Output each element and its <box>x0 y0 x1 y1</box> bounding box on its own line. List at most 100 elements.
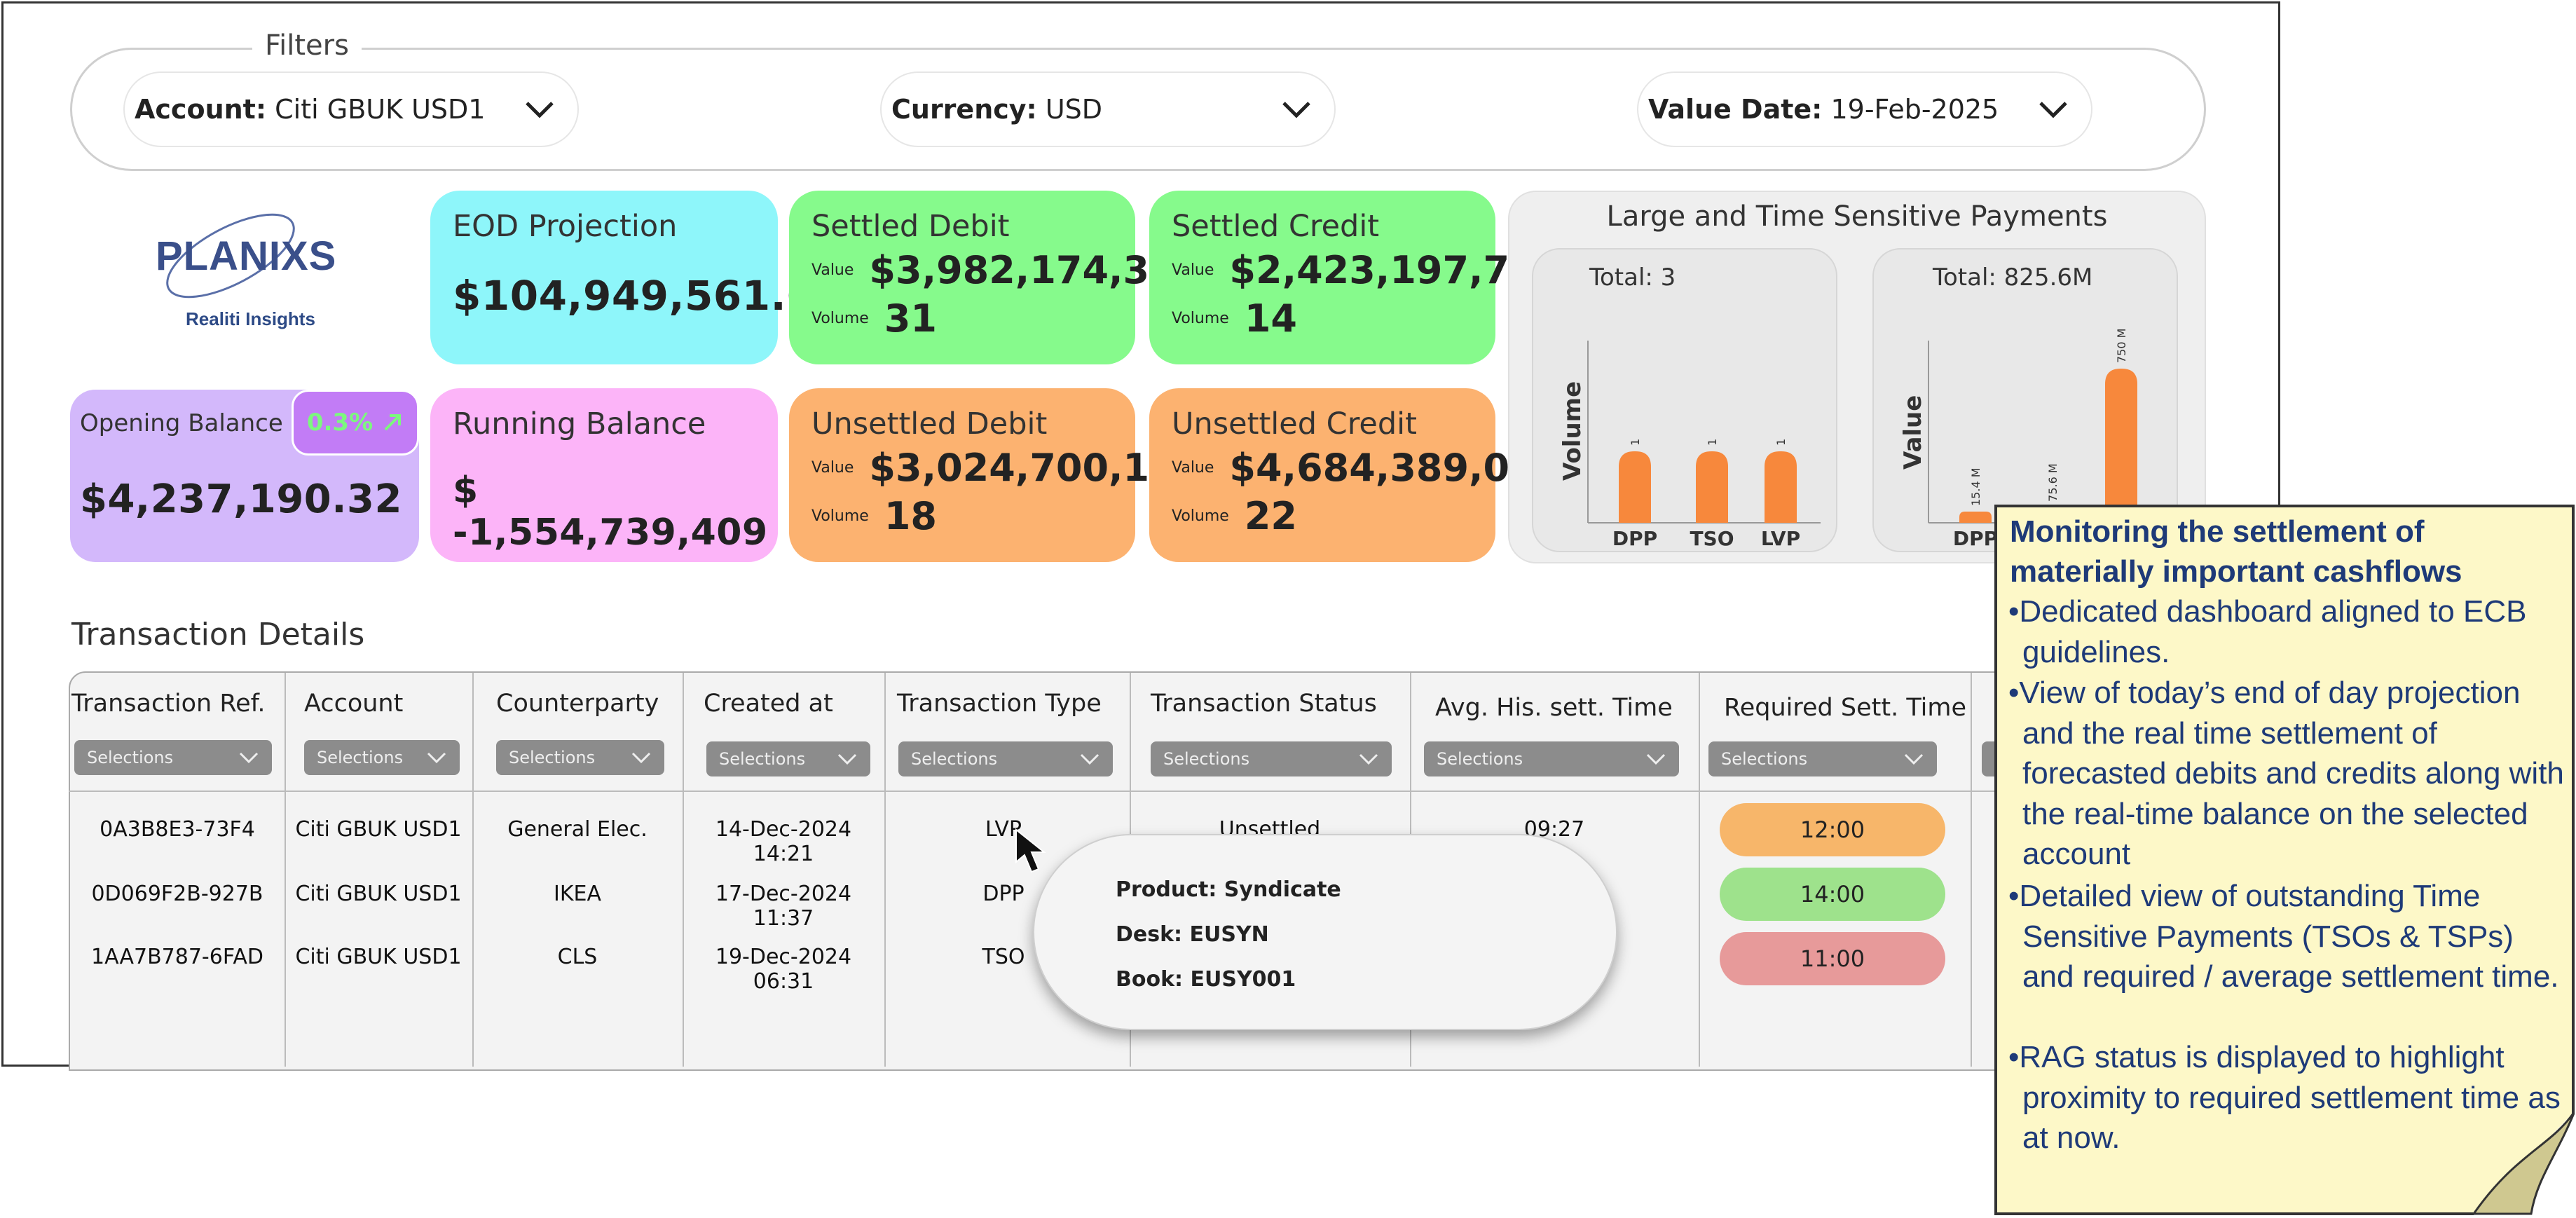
tile-title: Opening Balance <box>80 409 283 437</box>
value-date-filter[interactable]: Value Date: 19-Feb-2025 <box>1637 71 2092 147</box>
volume-label: Volume <box>1172 310 1229 327</box>
chart-bar <box>1696 451 1728 523</box>
tile-title: Settled Credit <box>1172 209 1380 244</box>
column-divider <box>1971 673 1972 1067</box>
cell-counterparty: CLS <box>557 945 598 969</box>
dropdown-placeholder: Selections <box>1721 749 1808 769</box>
column-header[interactable]: Counterparty <box>496 690 659 718</box>
volume-chart-card: Total: 3 Volume 1 DPP 1 TSO 1 LVP <box>1532 248 1837 552</box>
rag-pill-amber: 12:00 <box>1720 803 1945 856</box>
table-header-divider <box>69 791 2101 792</box>
note-heading: Monitoring the settlement of materially … <box>2010 514 2462 589</box>
note-bullet: •View of today’s end of day projection a… <box>2008 676 2564 871</box>
rag-pill-green: 14:00 <box>1720 868 1945 921</box>
chevron-down-icon <box>1282 102 1310 118</box>
eod-projection-value: $104,949,561.64 <box>453 272 844 320</box>
settled-debit-volume: 31 <box>884 296 937 341</box>
unsettled-credit-volume: 22 <box>1244 494 1297 538</box>
arrow-up-right-icon <box>384 414 402 431</box>
currency-filter-value: USD <box>1045 94 1103 125</box>
change-percent: 0.3% <box>306 409 374 437</box>
tile-title: Running Balance <box>453 406 706 442</box>
column-filter-dropdown[interactable]: Selections <box>74 740 272 775</box>
account-filter[interactable]: Account: Citi GBUK USD1 <box>123 71 579 147</box>
value-date-filter-value: 19-Feb-2025 <box>1830 94 1999 125</box>
chevron-down-icon <box>526 102 554 118</box>
tile-title: Settled Debit <box>811 209 1010 244</box>
column-filter-dropdown[interactable]: Selections <box>706 741 870 776</box>
volume-row: Volume 18 <box>811 494 1113 538</box>
cell-created-at: 19-Dec-2024 06:31 <box>715 945 852 994</box>
chart-data-label: 15.4 M <box>1969 467 1982 506</box>
cell-created-at: 17-Dec-2024 11:37 <box>715 882 852 931</box>
unsettled-debit-tile: Unsettled Debit Value $3,024,700,100 Volu… <box>789 388 1202 562</box>
account-filter-value: Citi GBUK USD1 <box>275 94 486 125</box>
settled-credit-volume: 14 <box>1244 296 1297 341</box>
column-header[interactable]: Avg. His. sett. Time <box>1435 694 1673 722</box>
column-header[interactable]: Transaction Status <box>1151 690 1377 718</box>
tooltip-product: Product: Syndicate <box>1116 877 1341 902</box>
opening-balance-value: $4,237,190.32 <box>80 477 402 522</box>
column-filter-dropdown[interactable]: Selections <box>898 741 1113 776</box>
column-filter-dropdown[interactable]: Selections <box>304 740 460 775</box>
volume-chart-svg: 1 DPP 1 TSO 1 LVP <box>1587 341 1821 550</box>
value-date-filter-label: Value Date: <box>1648 94 1823 125</box>
chart-bar <box>1959 512 1992 523</box>
chevron-down-icon <box>1080 753 1099 765</box>
logo-tagline: Realiti Insights <box>186 308 315 329</box>
logo-wordmark: PLANIXS <box>156 233 337 279</box>
column-divider <box>1699 673 1700 1067</box>
dropdown-placeholder: Selections <box>1437 749 1523 769</box>
note-bullet: •Dedicated dashboard aligned to ECB guid… <box>2008 594 2527 669</box>
volume-row: Volume 22 <box>1172 494 1473 538</box>
value-row: Value $4,684,389,071 <box>1172 446 1562 490</box>
column-header[interactable]: Transaction Ref. <box>71 690 266 718</box>
chart-category-label: TSO <box>1690 527 1734 550</box>
large-payments-title: Large and Time Sensitive Payments <box>1606 200 2108 233</box>
volume-row: Volume 14 <box>1172 296 1473 341</box>
opening-balance-tile: Opening Balance 0.3% $4,237,190.32 <box>70 390 419 562</box>
settled-debit-tile: Settled Debit Value $3,982,174,317 Volume… <box>789 191 1202 364</box>
column-header[interactable]: Created at <box>704 690 833 718</box>
chart-data-label: 75.6 M <box>2046 463 2060 502</box>
chart-category-label: DPP <box>1953 527 1998 550</box>
value-row: Value $3,982,174,317 <box>811 248 1202 292</box>
volume-label: Volume <box>811 507 869 525</box>
chevron-down-icon <box>631 752 651 764</box>
cell-counterparty: General Elec. <box>507 817 648 842</box>
chart-data-label: 750 M <box>2115 329 2128 363</box>
column-header[interactable]: Required Sett. Time <box>1724 694 1966 722</box>
column-header[interactable]: Account <box>304 690 403 718</box>
running-balance-tile: Running Balance $ -1,554,739,409 <box>430 388 778 562</box>
dropdown-placeholder: Selections <box>911 749 998 769</box>
chevron-down-icon <box>1904 753 1924 765</box>
column-divider <box>884 673 886 1067</box>
filters-title: Filters <box>252 29 362 62</box>
note-bullet: •RAG status is displayed to highlight pr… <box>2008 1040 2561 1155</box>
cell-transaction-ref: 0D069F2B-927B <box>91 882 263 906</box>
column-filter-dropdown[interactable]: Selections <box>1708 741 1937 776</box>
transaction-detail-tooltip: Product: Syndicate Desk: EUSYN Book: EUS… <box>1033 834 1617 1030</box>
column-filter-dropdown[interactable]: Selections <box>496 740 664 775</box>
value-date-filter-text: Value Date: 19-Feb-2025 <box>1648 94 1999 125</box>
chart-bar <box>1765 451 1797 523</box>
column-divider <box>683 673 684 1067</box>
rag-pill-red: 11:00 <box>1720 932 1945 985</box>
cell-account: Citi GBUK USD1 <box>295 882 462 906</box>
settled-credit-tile: Settled Credit Value $2,423,197,727 Volum… <box>1149 191 1562 364</box>
column-filter-dropdown[interactable]: Selections <box>1151 741 1392 776</box>
cell-transaction-ref: 1AA7B787-6FAD <box>91 945 263 969</box>
dropdown-placeholder: Selections <box>87 748 174 767</box>
column-filter-dropdown[interactable]: Selections <box>1424 741 1679 776</box>
chevron-down-icon <box>1646 753 1666 765</box>
tile-title: Unsettled Credit <box>1172 406 1417 442</box>
account-filter-text: Account: Citi GBUK USD1 <box>135 94 485 125</box>
currency-filter[interactable]: Currency: USD <box>880 71 1336 147</box>
chart-data-label: 1 <box>1706 439 1719 446</box>
column-header[interactable]: Transaction Type <box>897 690 1102 718</box>
unsettled-debit-volume: 18 <box>884 494 937 538</box>
dropdown-placeholder: Selections <box>1163 749 1250 769</box>
value-label: Value <box>811 261 854 279</box>
value-label: Value <box>1172 261 1214 279</box>
account-filter-label: Account: <box>135 94 267 125</box>
